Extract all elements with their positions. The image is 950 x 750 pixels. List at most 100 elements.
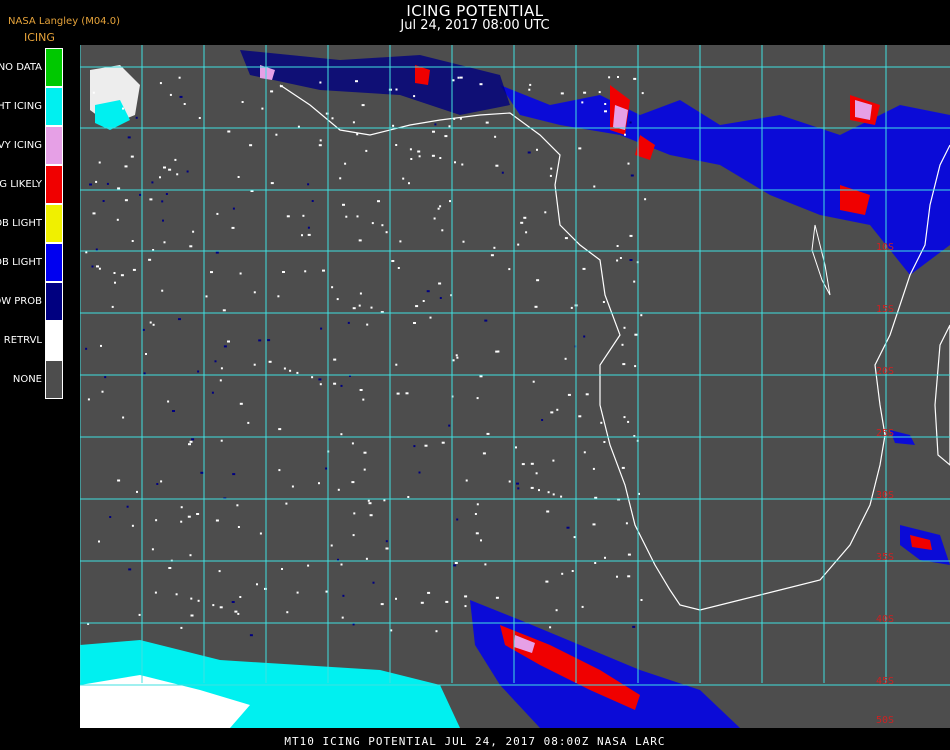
- speckle-dot: [408, 182, 410, 185]
- legend-swatch: [45, 282, 63, 321]
- speckle-dot: [399, 240, 402, 243]
- speckle-dot: [333, 382, 337, 385]
- speckle-dot: [212, 604, 215, 607]
- speckle-dot: [352, 534, 355, 537]
- speckle-dot: [536, 148, 538, 151]
- speckle-dot: [259, 532, 262, 535]
- speckle-dot: [445, 600, 449, 603]
- lat-label-15s: 15S: [876, 304, 894, 315]
- speckle-dot: [277, 295, 280, 298]
- speckle-dot: [545, 580, 549, 583]
- legend-item-no-retrvl: NO RETRVL: [0, 321, 66, 360]
- legend-item-heavy-icing: HEAVY ICING: [0, 126, 66, 165]
- speckle-dot: [567, 393, 571, 396]
- speckle-dot: [372, 581, 375, 584]
- lat-label-40s: 40S: [876, 614, 894, 625]
- speckle-dot: [128, 568, 132, 571]
- speckle-dot: [585, 393, 589, 396]
- speckle-dot: [307, 233, 311, 236]
- speckle-dot: [253, 363, 256, 366]
- speckle-dot: [561, 572, 564, 575]
- speckle-dot: [149, 198, 153, 201]
- speckle-dot: [337, 488, 340, 491]
- speckle-dot: [604, 110, 607, 113]
- speckle-dot: [385, 547, 389, 550]
- speckle-dot: [289, 369, 292, 372]
- speckle-dot: [435, 630, 438, 633]
- speckle-dot: [175, 593, 178, 596]
- speckle-dot: [441, 229, 444, 232]
- page-subtitle: Jul 24, 2017 08:00 UTC: [400, 18, 550, 33]
- speckle-dot: [523, 216, 527, 219]
- speckle-dot: [532, 380, 535, 383]
- speckle-dot: [210, 271, 213, 274]
- speckle-dot: [333, 358, 337, 361]
- speckle-dot: [432, 130, 435, 133]
- speckle-dot: [168, 168, 172, 171]
- speckle-dot: [546, 510, 550, 513]
- speckle-dot: [162, 219, 164, 222]
- speckle-dot: [311, 200, 314, 202]
- speckle-dot: [211, 391, 214, 394]
- speckle-dot: [239, 402, 243, 405]
- speckle-dot: [135, 116, 138, 119]
- speckle-dot: [237, 176, 240, 178]
- speckle-dot: [368, 502, 372, 505]
- speckle-dot: [566, 526, 570, 529]
- speckle-dot: [476, 397, 479, 400]
- speckle-dot: [459, 76, 463, 79]
- speckle-dot: [397, 267, 400, 269]
- speckle-dot: [550, 167, 553, 170]
- speckle-dot: [307, 564, 310, 567]
- speckle-dot: [149, 321, 152, 324]
- speckle-dot: [462, 240, 465, 243]
- speckle-dot: [604, 103, 607, 105]
- speckle-dot: [223, 345, 227, 348]
- lat-label-35s: 35S: [876, 552, 894, 563]
- speckle-dot: [178, 318, 181, 321]
- speckle-dot: [381, 224, 384, 227]
- speckle-dot: [347, 321, 350, 324]
- speckle-dot: [581, 101, 584, 104]
- speckle-dot: [616, 259, 619, 262]
- speckle-dot: [417, 150, 421, 153]
- speckle-dot: [304, 270, 307, 273]
- speckle-dot: [534, 305, 538, 308]
- speckle-dot: [617, 76, 619, 78]
- speckle-dot: [594, 562, 597, 564]
- speckle-dot: [174, 158, 177, 161]
- speckle-dot: [237, 526, 240, 528]
- speckle-dot: [358, 304, 361, 307]
- speckle-dot: [92, 212, 96, 215]
- speckle-dot: [377, 200, 380, 203]
- speckle-dot: [480, 539, 482, 542]
- speckle-dot: [198, 117, 201, 119]
- speckle-dot: [285, 502, 288, 505]
- speckle-dot: [629, 121, 632, 124]
- speckle-dot: [268, 360, 272, 363]
- speckle-dot: [583, 335, 586, 338]
- speckle-dot: [126, 505, 129, 508]
- icing-region-north-low-prob: [240, 50, 510, 115]
- legend-swatch: [45, 321, 63, 360]
- speckle-dot: [151, 548, 154, 551]
- speckle-dot: [464, 605, 467, 608]
- speckle-dot: [485, 121, 489, 124]
- no-retrvl-speckle: [85, 76, 647, 637]
- speckle-dot: [331, 286, 334, 289]
- speckle-dot: [291, 485, 294, 488]
- speckle-dot: [124, 199, 128, 202]
- speckle-dot: [234, 610, 238, 613]
- speckle-dot: [87, 398, 90, 401]
- speckle-dot: [340, 384, 343, 387]
- speckle-dot: [219, 606, 223, 609]
- speckle-dot: [241, 101, 244, 103]
- speckle-dot: [342, 203, 345, 206]
- speckle-dot: [89, 183, 92, 186]
- legend-item-low-prob: LOW PROB: [0, 282, 66, 321]
- lat-label-25s: 25S: [876, 428, 894, 439]
- speckle-dot: [570, 306, 573, 309]
- speckle-dot: [131, 240, 134, 242]
- speckle-dot: [311, 376, 314, 379]
- speckle-dot: [180, 520, 183, 523]
